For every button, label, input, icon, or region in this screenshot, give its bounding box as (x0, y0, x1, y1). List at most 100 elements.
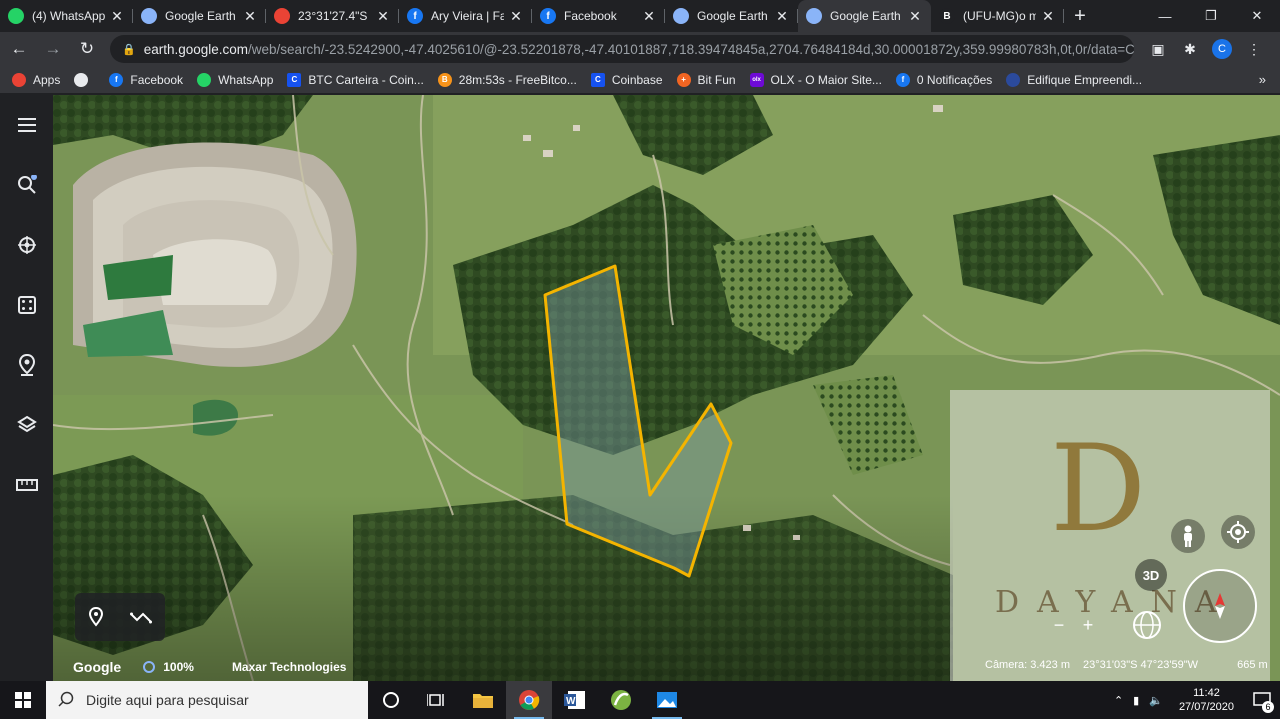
browser-toolbar: ← → ↻ 🔒 earth.google.com/web/search/-23.… (0, 32, 1280, 66)
tab-close-icon[interactable]: ✕ (1040, 8, 1056, 25)
bookmark-label: Edifique Empreendi... (1027, 72, 1143, 87)
photos-icon[interactable] (644, 681, 690, 719)
facebook-icon: f (540, 8, 556, 24)
chrome-icon[interactable] (506, 681, 552, 719)
search-icon (58, 691, 74, 710)
coinbase-icon: C (287, 72, 302, 87)
windows-taskbar: Digite aqui para pesquisar W ⌃ ▮ 🔈 11:42… (0, 681, 1280, 719)
minimize-button[interactable]: — (1142, 0, 1188, 32)
tab-separator (1063, 9, 1064, 23)
bookmark-item[interactable]: Apps (12, 72, 61, 87)
close-window-button[interactable]: ✕ (1234, 0, 1280, 32)
menu-hamburger-icon[interactable] (14, 112, 40, 138)
zoom-out-button[interactable]: − (1049, 615, 1069, 635)
bookmark-item[interactable]: WhatsApp (197, 72, 273, 87)
browser-tab[interactable]: Google Earth ✕ (133, 0, 266, 32)
earth-left-rail (0, 95, 53, 681)
earth-icon (806, 8, 822, 24)
feeling-lucky-dice-icon[interactable] (14, 292, 40, 318)
maps-pin-icon (274, 8, 290, 24)
browser-tab[interactable]: 23°31'27.4"S 4 ✕ (266, 0, 399, 32)
projects-pin-icon[interactable] (14, 352, 40, 378)
facebook-icon: f (109, 72, 124, 87)
voyager-wheel-icon[interactable] (14, 232, 40, 258)
add-placemark-icon[interactable] (88, 607, 104, 627)
lock-icon: 🔒 (122, 43, 136, 56)
imagery-attribution[interactable]: Maxar Technologies (232, 660, 346, 674)
bookmark-item[interactable]: B 28m:53s - FreeBitco... (437, 72, 577, 87)
bookmark-item[interactable]: Edifique Empreendi... (1006, 72, 1143, 87)
search-icon[interactable] (14, 172, 40, 198)
measure-ruler-icon[interactable] (14, 472, 40, 498)
olx-icon: olx (749, 72, 764, 87)
volume-icon[interactable]: 🔈 (1149, 694, 1163, 707)
brainly-icon: B (939, 8, 955, 24)
bookmark-item[interactable]: + Bit Fun (676, 72, 736, 87)
pegman-icon[interactable] (1171, 519, 1205, 553)
bookmark-item[interactable] (74, 72, 95, 87)
zoom-in-button[interactable]: + (1078, 615, 1098, 635)
restore-button[interactable]: ❐ (1188, 0, 1234, 32)
tab-close-icon[interactable]: ✕ (508, 8, 524, 25)
tab-close-icon[interactable]: ✕ (641, 8, 657, 25)
browser-tab[interactable]: f Facebook ✕ (532, 0, 665, 32)
notification-count: 6 (1262, 701, 1274, 713)
tab-close-icon[interactable]: ✕ (109, 8, 125, 25)
url-domain: earth.google.com (143, 41, 249, 57)
compass-icon[interactable] (1183, 569, 1257, 643)
taskbar-clock[interactable]: 11:42 27/07/2020 (1179, 686, 1234, 714)
bookmarks-bar: Apps f Facebook WhatsApp C BTC Carteira - Coi… (0, 66, 1280, 94)
camera-altitude: Câmera: 3.423 m (985, 659, 1070, 671)
bookmark-item[interactable]: C Coinbase (590, 72, 663, 87)
whatsapp-icon (197, 72, 212, 87)
globe-view-icon[interactable] (1129, 607, 1165, 643)
tab-strip: (4) WhatsApp ✕ Google Earth ✕ 23°31'27.4"S 4… (0, 0, 1280, 32)
address-bar[interactable]: 🔒 earth.google.com/web/search/-23.524290… (110, 35, 1134, 63)
window-controls: — ❐ ✕ (1142, 0, 1280, 32)
tab-close-icon[interactable]: ✕ (375, 8, 391, 25)
my-location-icon[interactable] (1221, 515, 1255, 549)
windows-start-icon[interactable] (0, 681, 46, 719)
taskbar-search-input[interactable]: Digite aqui para pesquisar (46, 681, 368, 719)
tab-close-icon[interactable]: ✕ (907, 8, 923, 25)
toggle-3d-button[interactable]: 3D (1135, 559, 1167, 591)
browser-tab[interactable]: (4) WhatsApp ✕ (0, 0, 133, 32)
file-explorer-icon[interactable] (460, 681, 506, 719)
forward-button[interactable]: → (38, 34, 68, 64)
task-view-icon[interactable] (414, 681, 460, 719)
tab-close-icon[interactable]: ✕ (774, 8, 790, 25)
power-battery-icon[interactable]: ▮ (1133, 694, 1139, 707)
reload-button[interactable]: ↻ (72, 34, 102, 64)
extension-icon[interactable]: ▣ (1146, 37, 1170, 61)
bookmark-item[interactable]: f 0 Notificações (895, 72, 993, 87)
bookmark-item[interactable]: olx OLX - O Maior Site... (749, 72, 882, 87)
bookmark-label: 0 Notificações (916, 72, 993, 87)
new-tab-button[interactable]: + (1064, 0, 1096, 32)
tab-close-icon[interactable]: ✕ (242, 8, 258, 25)
satellite-map-view[interactable]: D DAYANA 3D − + Google 100% Maxar Techno… (53, 95, 1280, 681)
back-button[interactable]: ← (4, 34, 34, 64)
bookmark-item[interactable]: f Facebook (109, 72, 184, 87)
bluestacks-icon[interactable] (598, 681, 644, 719)
browser-tab[interactable]: Google Earth ✕ (798, 0, 931, 32)
menu-kebab-icon[interactable]: ⋮ (1242, 37, 1266, 61)
profile-avatar[interactable]: C (1210, 37, 1234, 61)
apps-grid-icon (12, 72, 26, 87)
tab-title: Google Earth (697, 9, 768, 23)
tray-chevron-icon[interactable]: ⌃ (1114, 694, 1123, 707)
bookmark-label: Facebook (130, 72, 184, 87)
tab-title: Ary Vieira | Fac (431, 9, 504, 23)
bookmark-item[interactable]: C BTC Carteira - Coin... (287, 72, 424, 87)
cortana-icon[interactable] (368, 681, 414, 719)
tab-title: (UFU-MG)o m (963, 9, 1036, 23)
word-icon[interactable]: W (552, 681, 598, 719)
puzzle-extensions-icon[interactable]: ✱ (1178, 37, 1202, 61)
map-style-layers-icon[interactable] (14, 412, 40, 438)
browser-tab[interactable]: B (UFU-MG)o m ✕ (931, 0, 1064, 32)
browser-tab[interactable]: Google Earth ✕ (665, 0, 798, 32)
bookmarks-overflow-icon[interactable]: » (1259, 72, 1266, 87)
bookmark-label: Apps (33, 72, 61, 87)
browser-tab[interactable]: f Ary Vieira | Fac ✕ (399, 0, 532, 32)
draw-path-icon[interactable] (130, 610, 152, 624)
notifications-icon[interactable]: 6 (1244, 681, 1280, 719)
